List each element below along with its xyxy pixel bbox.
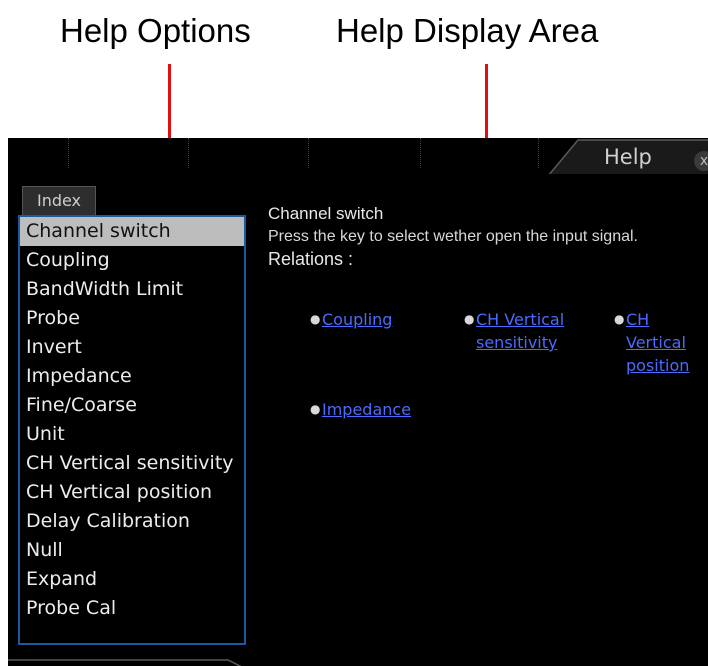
bullet-icon: ● (310, 312, 321, 326)
relations-label: Relations : (268, 249, 354, 269)
help-option-item[interactable]: Probe (20, 304, 244, 333)
help-options-panel: Channel switch Coupling BandWidth Limit Pro… (18, 215, 246, 645)
grid-line (188, 138, 190, 168)
help-title: Help (604, 145, 652, 169)
grid-line (538, 138, 540, 168)
help-option-item[interactable]: Unit (20, 420, 244, 449)
index-tab[interactable]: Index (22, 186, 96, 215)
close-icon[interactable]: x (694, 151, 708, 171)
relation-link[interactable]: CH Vertical position (626, 308, 706, 377)
help-option-item[interactable]: CH Vertical sensitivity (20, 449, 244, 478)
help-option-item[interactable]: Coupling (20, 246, 244, 275)
relation-link-item: ● Coupling (310, 308, 432, 331)
grid-line (68, 138, 70, 168)
help-options-list: Channel switch Coupling BandWidth Limit Pro… (20, 217, 244, 623)
grid-line (420, 138, 422, 168)
panel-bottom-edge (8, 659, 242, 666)
relation-link[interactable]: Impedance (322, 398, 462, 421)
help-option-item[interactable]: CH Vertical position (20, 478, 244, 507)
relation-link-item: ● Impedance (310, 398, 462, 421)
help-option-item[interactable]: Null (20, 536, 244, 565)
help-option-item[interactable]: BandWidth Limit (20, 275, 244, 304)
help-topic-heading: Channel switch (268, 204, 384, 223)
bullet-icon: ● (464, 312, 475, 326)
help-option-item[interactable]: Impedance (20, 362, 244, 391)
help-option-item[interactable]: Channel switch (20, 217, 244, 246)
help-display-area-callout: Help Display Area (336, 12, 599, 49)
bullet-icon: ● (310, 402, 321, 416)
relation-link[interactable]: Coupling (322, 308, 432, 331)
help-option-item[interactable]: Delay Calibration (20, 507, 244, 536)
help-options-callout: Help Options (60, 12, 251, 49)
help-display-area: Channel switch Press the key to select w… (268, 204, 708, 419)
relation-link-item: ● CH Vertical position (614, 308, 706, 377)
bullet-icon: ● (614, 312, 625, 326)
help-option-item[interactable]: Probe Cal (20, 594, 244, 623)
help-topic-description: Press the key to select wether open the … (268, 228, 638, 245)
relation-link[interactable]: CH Vertical sensitivity (476, 308, 576, 354)
grid-line (308, 138, 310, 168)
help-option-item[interactable]: Fine/Coarse (20, 391, 244, 420)
help-option-item[interactable]: Invert (20, 333, 244, 362)
help-option-item[interactable]: Expand (20, 565, 244, 594)
help-screen: Help x Index Channel switch Coupling BandW… (8, 138, 708, 666)
relation-link-item: ● CH Vertical sensitivity (464, 308, 576, 354)
